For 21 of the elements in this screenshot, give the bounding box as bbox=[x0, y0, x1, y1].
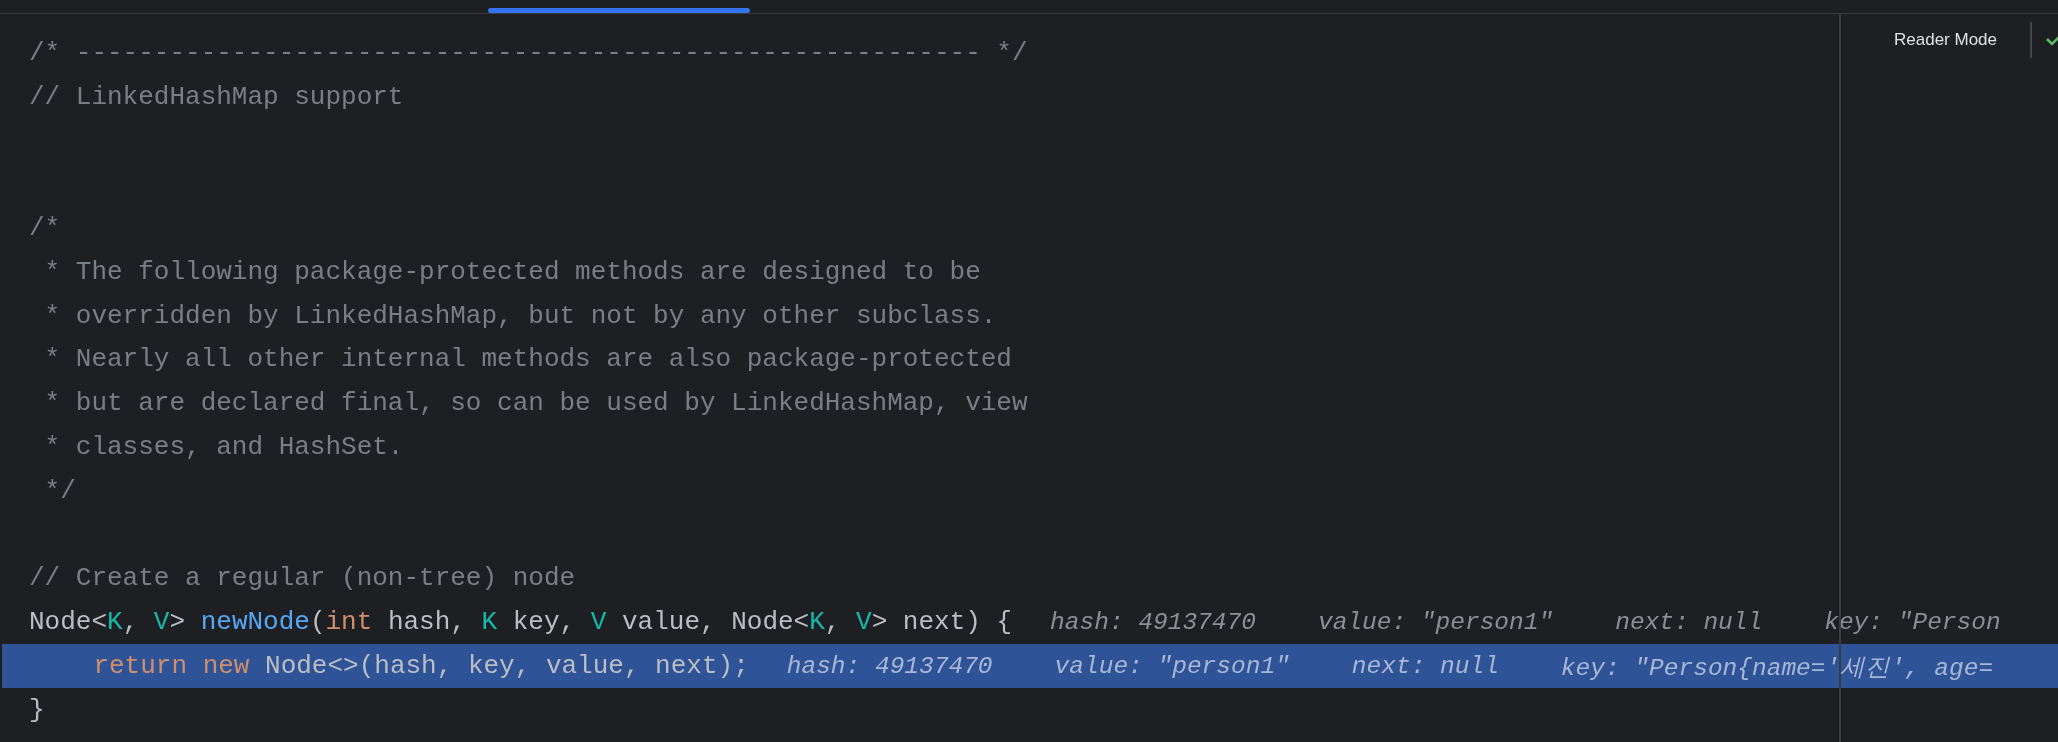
inlay-hint: next: null bbox=[1615, 608, 1763, 636]
code-line: Node<K, V> newNode(int hash, K key, V value, Node<K, V> next) { bbox=[29, 607, 1013, 638]
inlay-hint: key: "Person bbox=[1824, 608, 2001, 636]
inlay-hint: value: "person1" bbox=[1317, 608, 1554, 636]
code-line: */ bbox=[43, 475, 76, 506]
code-line: } bbox=[29, 694, 45, 725]
code-line: /* bbox=[29, 213, 61, 244]
reader-mode-button[interactable]: Reader Mode bbox=[1888, 26, 2003, 54]
inlay-hint: next: null bbox=[1351, 652, 1499, 680]
code-line: // Create a regular (non-tree) node bbox=[29, 563, 576, 594]
code-line: * but are declared final, so can be used by LinkedHashMap, view bbox=[43, 388, 1028, 419]
code-line: * The following package-protected methods are designed to be bbox=[43, 256, 981, 287]
code-line: * Nearly all other internal methods are also package-protected bbox=[43, 344, 1012, 375]
code-line: return new Node<>(hash, key, value, next); bbox=[92, 651, 749, 682]
code-line: /* ---------------------------------------------------------- */ bbox=[29, 37, 1028, 68]
inlay-hint: hash: 49137470 bbox=[1050, 608, 1256, 636]
code-line: * overridden by LinkedHashMap, but not by any other subclass. bbox=[43, 300, 997, 331]
inlay-hint: hash: 49137470 bbox=[786, 652, 993, 680]
code-line: * classes, and HashSet. bbox=[43, 432, 404, 463]
code-line: // LinkedHashMap support bbox=[29, 81, 404, 112]
inlay-hint: value: "person1" bbox=[1054, 652, 1290, 680]
